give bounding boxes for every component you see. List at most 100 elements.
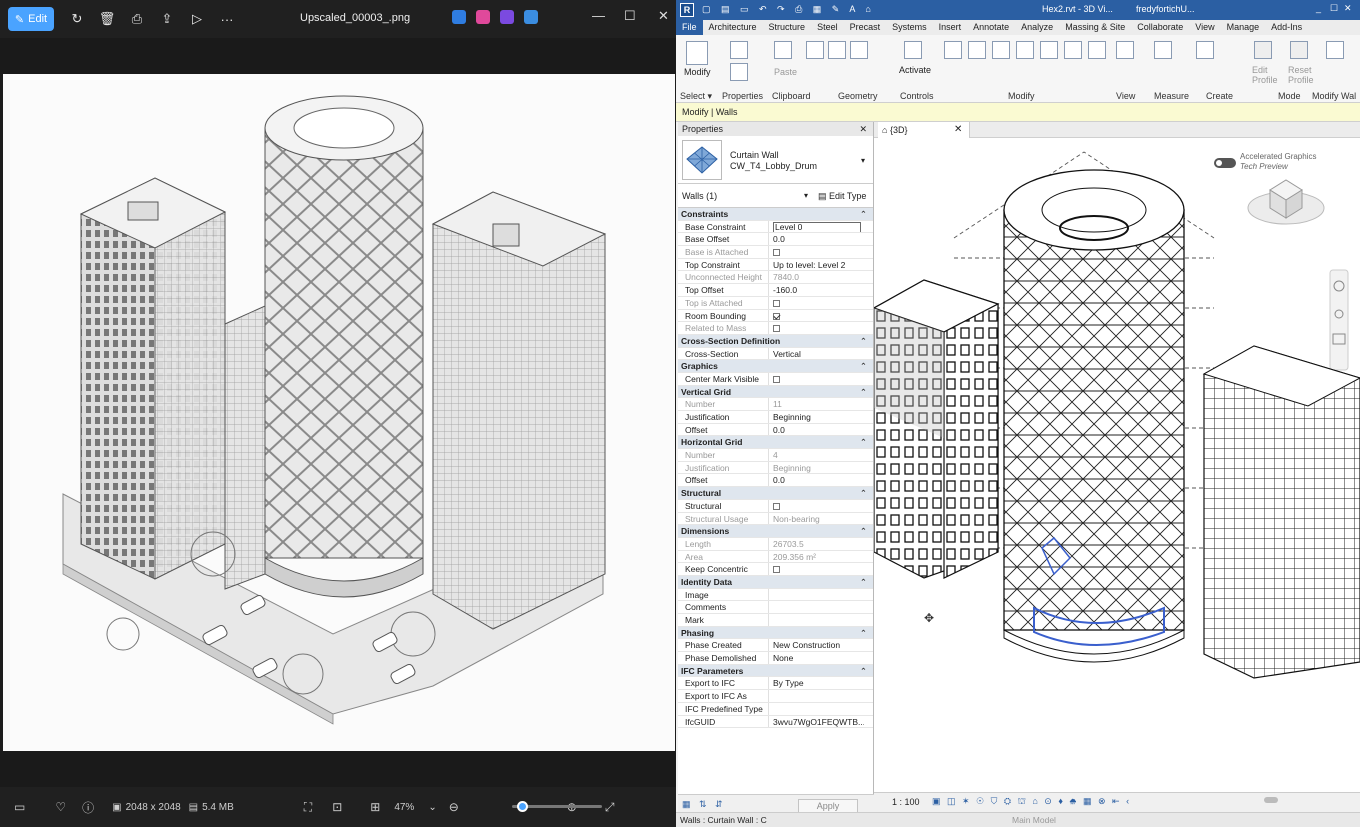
property-section-header[interactable]: Cross-Section Definition ⌃: [678, 334, 873, 348]
active-workset[interactable]: Main Model: [1012, 813, 1056, 827]
property-section-header[interactable]: Dimensions ⌃: [678, 525, 873, 538]
ribbon-group-label[interactable]: Measure: [1154, 91, 1189, 101]
rotate-icon[interactable]: ↻: [62, 7, 92, 31]
property-value[interactable]: [768, 702, 864, 715]
property-section-header[interactable]: Horizontal Grid ⌃: [678, 436, 873, 450]
share-icon[interactable]: ⇪: [152, 7, 182, 31]
ribbon-tab[interactable]: Precast: [844, 20, 887, 35]
zoom-slider-handle[interactable]: [517, 801, 528, 812]
ribbon-tab[interactable]: File: [676, 20, 703, 35]
property-value[interactable]: New Construction: [768, 639, 864, 652]
property-input[interactable]: Level 0: [773, 221, 861, 233]
app-icon[interactable]: [524, 10, 538, 24]
ribbon-group-label[interactable]: Select ▾: [680, 91, 712, 102]
app-icon[interactable]: [500, 10, 514, 24]
revit-logo[interactable]: R: [680, 3, 694, 17]
ribbon-group-label[interactable]: Mode: [1278, 91, 1301, 101]
edit-type-button[interactable]: ▤ Edit Type: [818, 191, 866, 202]
collapse-icon[interactable]: ⌃: [860, 627, 867, 640]
ribbon-group-label[interactable]: Properties: [722, 91, 763, 101]
measure-icon[interactable]: [1154, 41, 1172, 59]
rotate-icon[interactable]: [1040, 41, 1058, 59]
view-control-icons[interactable]: ▣ ◫ ✶ ☉ ⛉ ⛭ ⛫ ⌂ ⊙ ♦ ⛆ ▦ ⊗ ⇤ ‹: [932, 796, 1131, 808]
filmstrip-icon[interactable]: ▭: [14, 800, 25, 814]
paste-icon[interactable]: [774, 41, 792, 59]
fullscreen-icon[interactable]: ⤢: [605, 800, 615, 815]
collapse-icon[interactable]: ⌃: [860, 576, 867, 589]
ribbon-tab[interactable]: Annotate: [967, 20, 1015, 35]
collapse-icon[interactable]: ⌃: [860, 335, 867, 348]
ribbon-group-label[interactable]: Create: [1206, 91, 1233, 101]
maximize-icon[interactable]: ☐: [624, 8, 636, 24]
property-value[interactable]: [768, 372, 864, 385]
collapse-icon[interactable]: ⌃: [860, 360, 867, 373]
offset-icon[interactable]: [968, 41, 986, 59]
ribbon-tab[interactable]: Add-Ins: [1265, 20, 1308, 35]
collapse-icon[interactable]: ⌃: [860, 487, 867, 500]
collapse-icon[interactable]: ⌃: [860, 208, 867, 221]
move-icon[interactable]: [1016, 41, 1034, 59]
property-value[interactable]: [768, 563, 864, 575]
property-checkbox[interactable]: [773, 375, 780, 383]
property-value[interactable]: 0.0: [768, 233, 864, 246]
delete-icon[interactable]: 🗑: [92, 7, 122, 31]
zoom-out-icon[interactable]: ⊖: [449, 800, 459, 814]
close-icon[interactable]: ✕: [1344, 3, 1352, 14]
close-icon[interactable]: ✕: [658, 8, 669, 24]
navigation-bar[interactable]: [1329, 269, 1349, 371]
favorite-icon[interactable]: ♡: [55, 800, 66, 814]
property-value[interactable]: [768, 601, 864, 613]
type-dropdown-icon[interactable]: ▾: [861, 156, 865, 165]
align-icon[interactable]: [944, 41, 962, 59]
modify-icon[interactable]: [686, 41, 708, 65]
ribbon-tab[interactable]: Structure: [763, 20, 812, 35]
property-checkbox[interactable]: [773, 312, 780, 320]
zoom-dropdown-icon[interactable]: ⌄: [428, 802, 436, 813]
paste-label[interactable]: Paste: [774, 67, 797, 77]
ribbon-group-label[interactable]: Geometry: [838, 91, 878, 101]
property-section-header[interactable]: Graphics ⌃: [678, 360, 873, 373]
view-scrollbar[interactable]: [1264, 797, 1278, 803]
collapse-icon[interactable]: ⌃: [860, 665, 867, 678]
actual-size-icon[interactable]: ⊡: [332, 800, 342, 814]
3d-view[interactable]: ⌂ {3D} ✕ Accelerated Graphics Tech Previ…: [874, 122, 1360, 792]
close-properties-icon[interactable]: ✕: [859, 122, 867, 136]
edit-profile-label[interactable]: Edit Profile: [1252, 65, 1282, 85]
ribbon-tab[interactable]: Systems: [886, 20, 933, 35]
property-value[interactable]: Up to level: Level 2: [768, 258, 864, 271]
create-group-icon[interactable]: [1196, 41, 1214, 59]
hide-icon[interactable]: [1116, 41, 1134, 59]
property-value[interactable]: By Type: [768, 677, 864, 690]
property-value[interactable]: 3wvu7WgO1FEQWTB...: [768, 715, 864, 728]
property-value[interactable]: Beginning: [768, 411, 864, 423]
quick-access-icons[interactable]: ▢ ▤ ▭ ↶ ↷ ⎙ ▦ ✎ A ⌂: [702, 4, 875, 15]
ribbon-group-label[interactable]: Controls: [900, 91, 934, 101]
property-section-header[interactable]: Identity Data ⌃: [678, 575, 873, 589]
ribbon-tab[interactable]: Massing & Site: [1059, 20, 1131, 35]
ribbon-tab[interactable]: Architecture: [703, 20, 763, 35]
property-value[interactable]: [768, 499, 864, 512]
ribbon-tab[interactable]: Analyze: [1015, 20, 1059, 35]
type-properties-icon[interactable]: [730, 63, 748, 81]
3d-model-canvas[interactable]: ✥: [874, 138, 1360, 792]
property-value[interactable]: [768, 614, 864, 626]
ribbon-tab[interactable]: View: [1189, 20, 1220, 35]
modify-wall-icon[interactable]: [1326, 41, 1344, 59]
ribbon-tab[interactable]: Collaborate: [1131, 20, 1189, 35]
zoom-value[interactable]: 47%: [394, 802, 414, 813]
modify-button-label[interactable]: Modify: [684, 67, 711, 77]
cut-icon[interactable]: [806, 41, 824, 59]
crop-icon[interactable]: ⊞: [370, 800, 380, 814]
info-icon[interactable]: ⓘ: [82, 799, 94, 816]
property-section-header[interactable]: Phasing ⌃: [678, 626, 873, 640]
minimize-icon[interactable]: —: [592, 8, 605, 23]
property-checkbox[interactable]: [773, 566, 780, 574]
ribbon-group-label[interactable]: Clipboard: [772, 91, 811, 101]
edit-profile-icon[interactable]: [1254, 41, 1272, 59]
property-section-header[interactable]: IFC Parameters ⌃: [678, 664, 873, 678]
property-value[interactable]: [768, 309, 864, 322]
close-view-icon[interactable]: ✕: [954, 124, 962, 135]
user-name[interactable]: fredyfortichU...: [1136, 4, 1195, 14]
property-value[interactable]: 0.0: [768, 423, 864, 436]
properties-icon[interactable]: [730, 41, 748, 59]
